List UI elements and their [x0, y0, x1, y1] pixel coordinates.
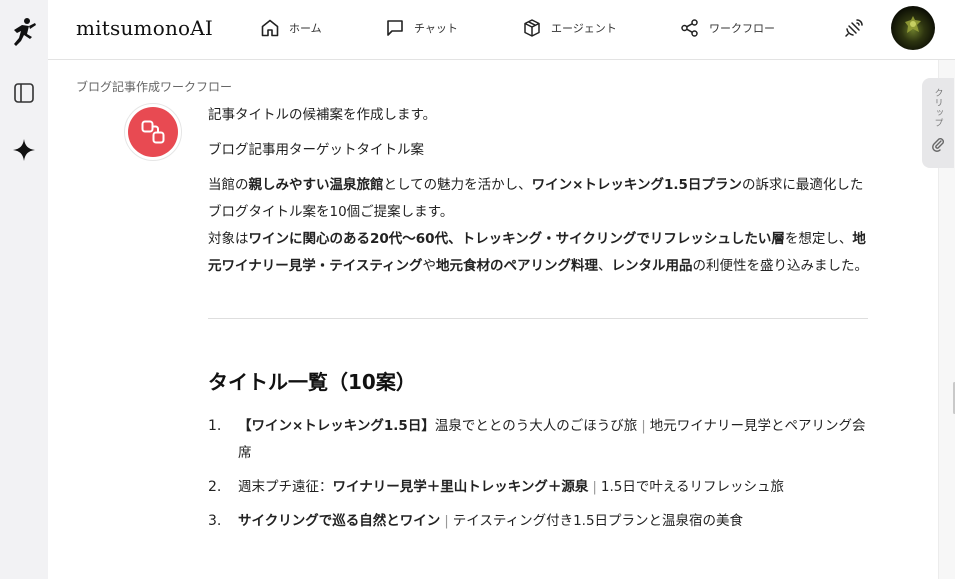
title-text: 【ワイン×トレッキング1.5日】温泉でととのう大人のごほうび旅 | 地元ワイナリー見… — [238, 413, 868, 467]
bold-text: ワイナリー見学＋里山トレッキング＋源泉 — [332, 479, 589, 495]
nav-chat-label: チャット — [414, 22, 458, 35]
message-subtitle: ブログ記事用ターゲットタイトル案 — [208, 142, 424, 158]
nav-workflow[interactable]: ワークフロー — [680, 16, 775, 40]
section-heading: タイトル一覧（10案） — [208, 370, 416, 394]
list-number: 3. — [208, 513, 222, 529]
main-content: ブログ記事作成ワークフロー 記事タイトルの候補案を作成します。 ブログ記事用ター… — [48, 60, 938, 579]
bold-text: 親しみやすい温泉旅館 — [248, 177, 384, 193]
text-segment: を想定し、 — [784, 231, 853, 247]
clip-panel-tab[interactable]: クリップ — [922, 78, 954, 168]
list-number: 1. — [208, 418, 222, 434]
text-segment: 1.5日で叶えるリフレッシュ旅 — [600, 479, 784, 495]
satellite-icon — [845, 19, 863, 37]
user-avatar[interactable] — [891, 6, 935, 50]
cube-icon — [524, 19, 540, 37]
bold-text: 【ワイン×トレッキング1.5日】 — [238, 418, 435, 434]
runner-icon[interactable] — [10, 18, 38, 46]
message-paragraph: 当館の親しみやすい温泉旅館としての魅力を活かし、ワイン×トレッキング1.5日プラ… — [208, 172, 868, 280]
paperclip-icon — [932, 138, 944, 152]
brand-name[interactable]: mitsumonoAI — [76, 16, 213, 40]
text-segment: 対象は — [208, 231, 249, 247]
title-list: 1. 【ワイン×トレッキング1.5日】温泉でととのう大人のごほうび旅 | 地元ワイナリ… — [208, 413, 868, 535]
text-segment: テイスティング付き1.5日プランと温泉宿の美食 — [452, 513, 744, 529]
separator: | — [444, 513, 449, 529]
text-segment: の利便性を盛り込みました。 — [692, 258, 869, 274]
divider — [208, 318, 868, 319]
text-segment: 温泉でととのう大人のごほうび旅 — [434, 418, 638, 434]
text-segment: 週末プチ遠征： — [238, 479, 333, 495]
top-bar: mitsumonoAI ホーム チャット エージェント ワークフロー — [48, 0, 955, 60]
message-line: 記事タイトルの候補案を作成します。 — [208, 107, 437, 123]
list-number: 2. — [208, 479, 222, 495]
bold-text: ワイン×トレッキング1.5日プラン — [531, 177, 742, 193]
nav-home-label: ホーム — [289, 22, 322, 35]
text-segment: 当館の — [208, 177, 249, 193]
workflow-nodes-icon — [141, 120, 165, 144]
title-item: 3. サイクリングで巡る自然とワイン | テイスティング付き1.5日プランと温泉宿の美… — [208, 508, 868, 535]
text-segment: 、 — [598, 258, 612, 274]
broadcast-button[interactable] — [843, 16, 865, 40]
message-body: 記事タイトルの候補案を作成します。 ブログ記事用ターゲットタイトル案 当館の親し… — [208, 102, 868, 542]
title-item: 2. 週末プチ遠征：ワイナリー見学＋里山トレッキング＋源泉 | 1.5日で叶えるリフレ… — [208, 474, 868, 501]
nav-chat[interactable]: チャット — [385, 16, 458, 40]
sidebar-toggle-icon[interactable] — [10, 79, 38, 107]
bold-text: サイクリングで巡る自然とワイン — [238, 513, 441, 529]
bot-avatar — [124, 103, 182, 161]
bold-text: ワインに関心のある20代〜60代、トレッキング・サイクリングでリフレッシュしたい… — [248, 231, 785, 247]
sidebar — [0, 0, 48, 579]
text-segment: としての魅力を活かし、 — [383, 177, 532, 193]
sparkle-icon[interactable] — [10, 136, 38, 164]
clip-label: クリップ — [932, 88, 943, 128]
title-text: 週末プチ遠征：ワイナリー見学＋里山トレッキング＋源泉 | 1.5日で叶えるリフレッシ… — [238, 474, 784, 501]
title-text: サイクリングで巡る自然とワイン | テイスティング付き1.5日プランと温泉宿の美食 — [238, 508, 743, 535]
home-icon — [261, 19, 279, 37]
separator: | — [592, 479, 597, 495]
nav-agent-label: エージェント — [551, 22, 617, 35]
nav-home[interactable]: ホーム — [260, 16, 322, 40]
text-segment: や — [422, 258, 437, 274]
bold-text: 地元食材のペアリング料理 — [436, 258, 599, 274]
bold-text: レンタル用品 — [611, 258, 693, 274]
share-nodes-icon — [681, 19, 698, 37]
title-item: 1. 【ワイン×トレッキング1.5日】温泉でととのう大人のごほうび旅 | 地元ワイナリ… — [208, 413, 868, 467]
separator: | — [641, 418, 646, 434]
nav-workflow-label: ワークフロー — [709, 22, 775, 35]
breadcrumb[interactable]: ブログ記事作成ワークフロー — [76, 78, 232, 95]
chat-bubble-icon — [387, 20, 403, 36]
nav-agent[interactable]: エージェント — [522, 16, 617, 40]
